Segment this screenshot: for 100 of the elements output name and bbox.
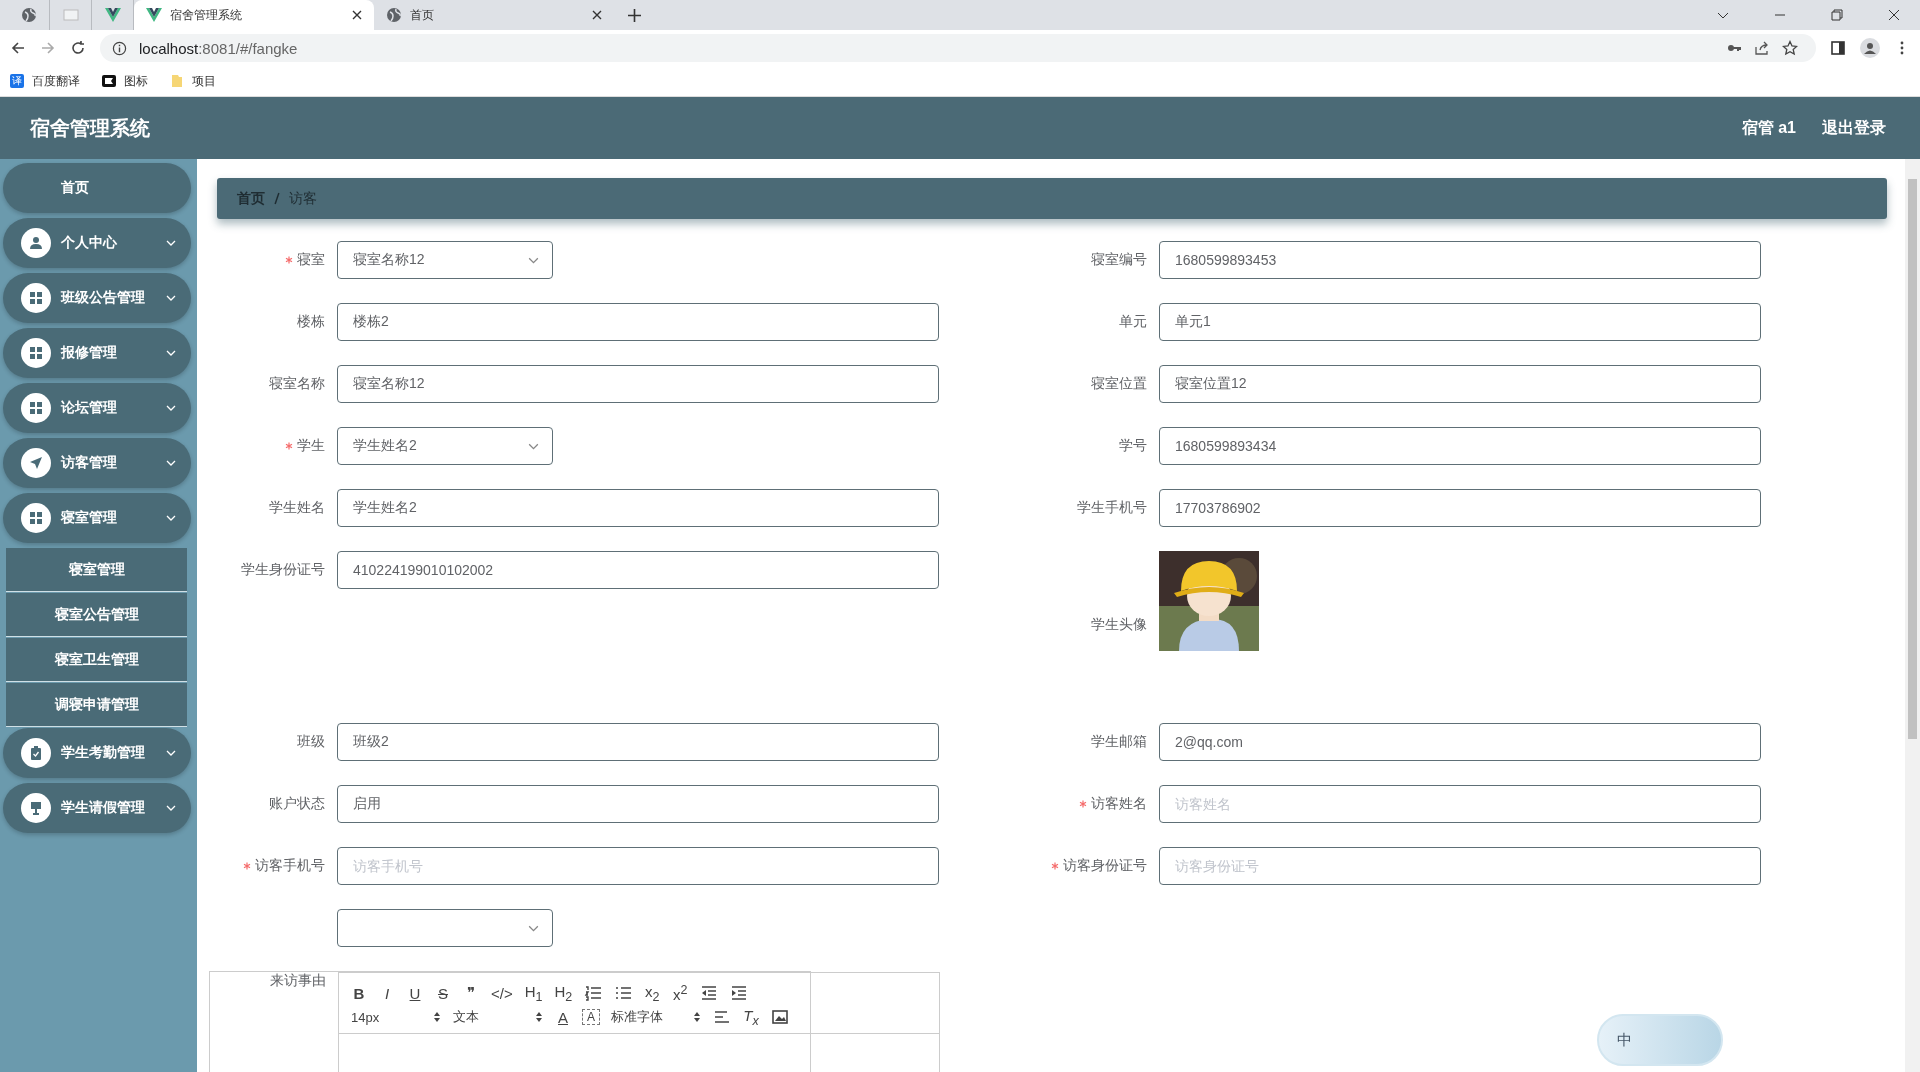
field-label: 寝室编号: [1091, 251, 1147, 269]
field-label: 学号: [1119, 437, 1147, 455]
input-field[interactable]: 17703786902: [1159, 489, 1761, 527]
logo-icon: [104, 7, 121, 23]
input-field[interactable]: 访客手机号: [337, 847, 939, 885]
up-down-icon: [433, 1011, 441, 1023]
bookmark-link[interactable]: 图标: [124, 72, 148, 90]
select-field[interactable]: [337, 909, 553, 947]
grid-icon: [28, 290, 44, 306]
toolbar-button[interactable]: U: [407, 984, 423, 1002]
paper-plane-icon: [28, 455, 44, 471]
field-label: 学生: [297, 437, 325, 455]
field-label: 学生手机号: [1077, 499, 1147, 517]
browser-tab[interactable]: 首页: [374, 0, 614, 30]
folder-icon: [170, 74, 184, 88]
submenu-item[interactable]: 寝室卫生管理: [6, 638, 187, 682]
toolbar-dropdown[interactable]: 标准字体: [611, 1008, 701, 1026]
user-icon: [28, 235, 44, 251]
outdent-icon[interactable]: [700, 984, 719, 1002]
input-field[interactable]: 2@qq.com: [1159, 723, 1761, 761]
input-field[interactable]: 1680599893453: [1159, 241, 1761, 279]
back-icon[interactable]: [10, 40, 26, 56]
menu-item[interactable]: 访客管理: [3, 438, 191, 488]
profile-icon[interactable]: [1860, 38, 1880, 58]
submenu-item[interactable]: 寝室公告管理: [6, 593, 187, 637]
input-field[interactable]: 寝室名称12: [337, 365, 939, 403]
toolbar-button[interactable]: T$_{x}$: [743, 1006, 759, 1028]
toolbar-button[interactable]: S: [435, 984, 451, 1002]
input-field[interactable]: 访客身份证号: [1159, 847, 1761, 885]
app-title: 宿舍管理系统: [30, 115, 150, 141]
logo-icon: [146, 7, 162, 23]
tab-title: 宿舍管理系统: [170, 6, 243, 24]
field-label: 学生身份证号: [241, 561, 325, 579]
menu-item[interactable]: 学生请假管理: [3, 783, 191, 833]
globe-icon: [386, 7, 402, 23]
input-field[interactable]: 访客姓名: [1159, 785, 1761, 823]
toolbar-button[interactable]: B: [351, 984, 367, 1002]
share-icon[interactable]: [1754, 40, 1770, 56]
input-field[interactable]: 楼栋2: [337, 303, 939, 341]
close-icon[interactable]: [592, 10, 602, 20]
input-field[interactable]: 1680599893434: [1159, 427, 1761, 465]
menu-item[interactable]: 学生考勤管理: [3, 728, 191, 778]
toolbar-dropdown[interactable]: 文本: [453, 1008, 543, 1026]
toolbar-button[interactable]: A: [555, 1008, 571, 1026]
logout-link[interactable]: 退出登录: [1822, 117, 1886, 139]
image-icon[interactable]: [771, 1008, 789, 1026]
bookmark-link[interactable]: 项目: [192, 72, 216, 90]
toolbar-button[interactable]: x$^{2}$: [672, 983, 689, 1003]
breadcrumb-item: 访客: [289, 189, 317, 208]
toolbar-button[interactable]: ❞: [463, 984, 479, 1002]
close-icon[interactable]: [1888, 9, 1900, 21]
toolbar-button[interactable]: I: [379, 984, 395, 1002]
side-panel-icon[interactable]: [1830, 40, 1846, 56]
submenu-item[interactable]: 调寝申请管理: [6, 683, 187, 727]
toolbar-button[interactable]: H$_{1}$: [524, 982, 543, 1004]
reload-icon[interactable]: [70, 40, 86, 56]
bookmark-link[interactable]: 百度翻译: [32, 72, 80, 90]
browser-tab[interactable]: 宿舍管理系统: [134, 0, 374, 30]
toolbar-button[interactable]: H$_{2}$: [554, 982, 573, 1004]
input-field[interactable]: 寝室位置12: [1159, 365, 1761, 403]
menu-item[interactable]: 寝室管理: [3, 493, 191, 543]
new-tab-icon[interactable]: [628, 9, 641, 22]
input-field[interactable]: 启用: [337, 785, 939, 823]
toolbar-button[interactable]: A: [583, 1010, 599, 1024]
close-icon[interactable]: [352, 10, 362, 20]
field-label: 班级: [297, 733, 325, 751]
toolbar-button[interactable]: </>: [491, 984, 513, 1002]
separator-icon: [273, 192, 281, 205]
scrollbar[interactable]: [1905, 159, 1920, 1072]
star-icon[interactable]: [1782, 40, 1798, 56]
toolbar-button[interactable]: x$_{2}$: [644, 982, 661, 1004]
field-label: 学生头像: [1091, 616, 1147, 634]
indent-icon[interactable]: [730, 984, 749, 1002]
toolbar-dropdown[interactable]: 14px: [351, 1009, 441, 1025]
menu-item[interactable]: 班级公告管理: [3, 273, 191, 323]
up-down-icon: [693, 1011, 701, 1023]
input-field[interactable]: 班级2: [337, 723, 939, 761]
menu-item[interactable]: 报修管理: [3, 328, 191, 378]
address-bar[interactable]: localhost:8081/#/fangke: [100, 34, 1816, 62]
input-field[interactable]: 单元1: [1159, 303, 1761, 341]
menu-item[interactable]: 论坛管理: [3, 383, 191, 433]
grid-icon: [28, 400, 44, 416]
bullet-list-icon[interactable]: [614, 984, 633, 1002]
restore-icon[interactable]: [1831, 9, 1843, 21]
stamp-icon: [28, 800, 44, 816]
input-field[interactable]: 学生姓名2: [337, 489, 939, 527]
grid-icon: [28, 345, 44, 361]
field-label: 访客姓名: [1091, 795, 1147, 813]
submenu-item[interactable]: 寝室管理: [6, 548, 187, 592]
select-field[interactable]: 寝室名称12: [337, 241, 553, 279]
ime-widget[interactable]: 中: [1597, 1014, 1723, 1066]
field-label: 学生姓名: [269, 499, 325, 517]
globe-icon: [20, 7, 37, 23]
menu-item[interactable]: 首页: [3, 163, 191, 213]
align-icon[interactable]: [713, 1008, 731, 1026]
menu-item[interactable]: 个人中心: [3, 218, 191, 268]
info-icon[interactable]: [112, 40, 127, 56]
select-field[interactable]: 学生姓名2: [337, 427, 553, 465]
input-field[interactable]: 410224199010102002: [337, 551, 939, 589]
numbered-list-icon[interactable]: [584, 984, 603, 1002]
